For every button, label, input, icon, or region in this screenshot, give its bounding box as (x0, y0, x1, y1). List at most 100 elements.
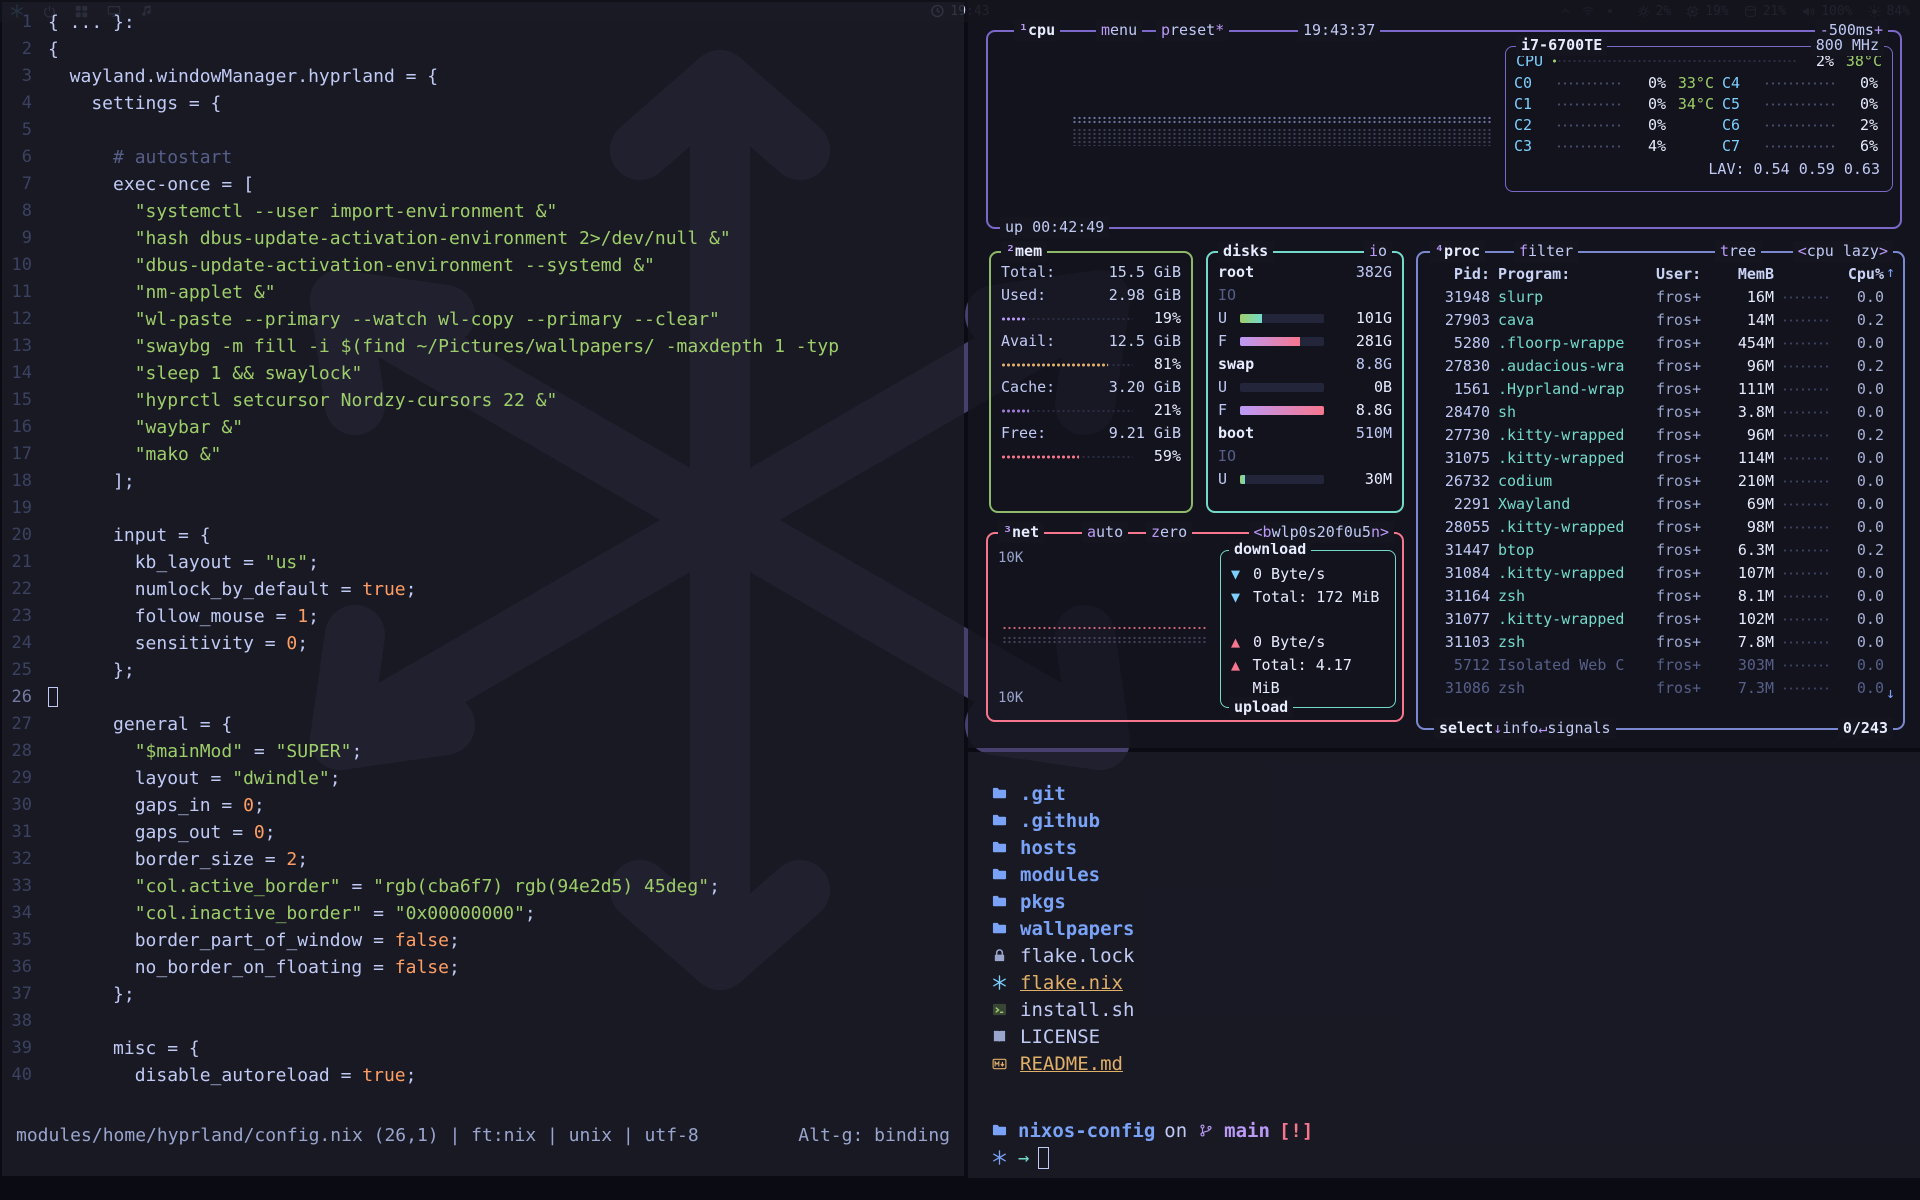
code-line[interactable]: 28 "$mainMod" = "SUPER"; (2, 738, 964, 765)
code-line[interactable]: 4 settings = { (2, 90, 964, 117)
code-line[interactable]: 6 # autostart (2, 144, 964, 171)
code-line[interactable]: 21 kb_layout = "us"; (2, 549, 964, 576)
proc-tab[interactable]: ⁴proc (1430, 241, 1485, 262)
shell-input[interactable]: → (990, 1144, 1920, 1171)
process-row[interactable]: 5280.floorp-wrappefros+454M0.0 (1418, 332, 1903, 355)
process-row[interactable]: 27730.kitty-wrappedfros+96M0.2 (1418, 424, 1903, 447)
terminal-icon (990, 1002, 1009, 1017)
process-row[interactable]: 31447btopfros+6.3M0.2 (1418, 539, 1903, 562)
cpu-graph (1072, 116, 1492, 125)
process-row[interactable]: 1561.Hyprland-wrapfros+111M0.0 (1418, 378, 1903, 401)
code-line[interactable]: 31 gaps_out = 0; (2, 819, 964, 846)
code-text: wayland.windowManager.hyprland = { (48, 63, 964, 90)
net-rows: ▼0 Byte/s▼Total: 172 MiB▲0 Byte/s▲Total:… (1221, 551, 1395, 677)
code-line[interactable]: 2{ (2, 36, 964, 63)
code-line[interactable]: 18 ]; (2, 468, 964, 495)
disk-stat-row: U101G (1218, 307, 1392, 330)
code-line[interactable]: 30 gaps_in = 0; (2, 792, 964, 819)
proc-tree[interactable]: tree (1715, 241, 1761, 262)
code-line[interactable]: 24 sensitivity = 0; (2, 630, 964, 657)
code-line[interactable]: 10 "dbus-update-activation-environment -… (2, 252, 964, 279)
code-line[interactable]: 19 (2, 495, 964, 522)
process-row[interactable]: 2291Xwaylandfros+69M0.0 (1418, 493, 1903, 516)
code-line[interactable]: 16 "waybar &" (2, 414, 964, 441)
process-row[interactable]: 5712Isolated Web Cfros+303M0.0 (1418, 654, 1903, 677)
code-line[interactable]: 13 "swaybg -m fill -i $(find ~/Pictures/… (2, 333, 964, 360)
cpu-tab[interactable]: ¹cpu (1014, 20, 1060, 41)
btop-window[interactable]: ¹cpu menu preset * 19:43:37 - 500ms + up… (968, 0, 1920, 748)
process-row[interactable]: 28055.kitty-wrappedfros+98M0.0 (1418, 516, 1903, 539)
code-line[interactable]: 25 }; (2, 657, 964, 684)
disk-stat-row: IO (1218, 284, 1392, 307)
code-line[interactable]: 12 "wl-paste --primary --watch wl-copy -… (2, 306, 964, 333)
code-line[interactable]: 29 layout = "dwindle"; (2, 765, 964, 792)
code-line[interactable]: 27 general = { (2, 711, 964, 738)
editor-window[interactable]: 1{ ... }:2{3 wayland.windowManager.hyprl… (2, 2, 964, 1176)
process-row[interactable]: 31084.kitty-wrappedfros+107M0.0 (1418, 562, 1903, 585)
process-row[interactable]: 31077.kitty-wrappedfros+102M0.0 (1418, 608, 1903, 631)
net-row: ▲Total: 4.17 MiB (1231, 654, 1385, 677)
net-tab[interactable]: ³net (998, 522, 1044, 543)
folder-icon (990, 840, 1009, 855)
mem-meter-row: 81% (1001, 353, 1181, 376)
process-row[interactable]: 31103zshfros+7.8M0.0 (1418, 631, 1903, 654)
line-number: 36 (2, 954, 48, 981)
nix-shell-icon (990, 1150, 1009, 1165)
code-line[interactable]: 14 "sleep 1 && swaylock" (2, 360, 964, 387)
disk-rows: root382GIOU101GF281Gswap8.8GU0BF8.8Gboot… (1208, 253, 1402, 491)
code-line[interactable]: 38 (2, 1008, 964, 1035)
process-row[interactable]: 31164zshfros+8.1M0.0 (1418, 585, 1903, 608)
code-line[interactable]: 36 no_border_on_floating = false; (2, 954, 964, 981)
code-line[interactable]: 35 border_part_of_window = false; (2, 927, 964, 954)
net-iface[interactable]: <b wlp0s20f0u5 n> (1249, 522, 1394, 543)
code-line[interactable]: 1{ ... }: (2, 9, 964, 36)
process-row[interactable]: 26732codiumfros+210M0.0 (1418, 470, 1903, 493)
net-zero[interactable]: zero (1146, 522, 1192, 543)
code-line[interactable]: 8 "systemctl --user import-environment &… (2, 198, 964, 225)
process-row[interactable]: 31075.kitty-wrappedfros+114M0.0 (1418, 447, 1903, 470)
cpu-cores: C00%33°CC40%C10%34°CC50%C20%C62%C34%C76% (1506, 71, 1892, 159)
process-row[interactable]: 31948slurpfros+16M0.0 (1418, 286, 1903, 309)
scroll-down-icon[interactable]: ↓ (1886, 684, 1895, 702)
process-row[interactable]: 27830.audacious-wrafros+96M0.2 (1418, 355, 1903, 378)
terminal-window[interactable]: .git.githubhostsmodulespkgswallpapersfla… (968, 752, 1920, 1178)
code-line[interactable]: 5 (2, 117, 964, 144)
process-row[interactable]: 31086zshfros+7.3M0.0 (1418, 677, 1903, 700)
net-auto[interactable]: auto (1082, 522, 1128, 543)
code-line[interactable]: 37 }; (2, 981, 964, 1008)
code-line[interactable]: 15 "hyprctl setcursor Nordzy-cursors 22 … (2, 387, 964, 414)
mem-tab[interactable]: ²mem (1001, 241, 1047, 262)
cpu-menu[interactable]: menu (1096, 20, 1142, 41)
proc-footer-left[interactable]: select ↓ info ↵ signals (1434, 718, 1616, 739)
code-line[interactable]: 40 disable_autoreload = true; (2, 1062, 964, 1089)
line-number: 18 (2, 468, 48, 495)
code-line[interactable]: 34 "col.inactive_border" = "0x00000000"; (2, 900, 964, 927)
disks-tab[interactable]: disks (1218, 241, 1273, 262)
code-line[interactable]: 20 input = { (2, 522, 964, 549)
code-line[interactable]: 17 "mako &" (2, 441, 964, 468)
cpu-preset[interactable]: preset * (1156, 20, 1229, 41)
code-line[interactable]: 22 numlock_by_default = true; (2, 576, 964, 603)
code-text (48, 684, 964, 711)
code-line[interactable]: 33 "col.active_border" = "rgb(cba6f7) rg… (2, 873, 964, 900)
code-text: # autostart (48, 144, 964, 171)
code-line[interactable]: 26 (2, 684, 964, 711)
file-item: pkgs (990, 888, 1920, 915)
code-line[interactable]: 7 exec-once = [ (2, 171, 964, 198)
code-text: input = { (48, 522, 964, 549)
line-number: 6 (2, 144, 48, 171)
scroll-up-icon[interactable]: ↑ (1886, 263, 1895, 281)
code-line[interactable]: 39 misc = { (2, 1035, 964, 1062)
code-line[interactable]: 32 border_size = 2; (2, 846, 964, 873)
proc-sort[interactable]: < cpu lazy > (1793, 241, 1893, 262)
disk-name-row: root382G (1218, 261, 1392, 284)
code-line[interactable]: 3 wayland.windowManager.hyprland = { (2, 63, 964, 90)
code-line[interactable]: 11 "nm-applet &" (2, 279, 964, 306)
process-row[interactable]: 27903cavafros+14M0.2 (1418, 309, 1903, 332)
code-text: numlock_by_default = true; (48, 576, 964, 603)
code-line[interactable]: 23 follow_mouse = 1; (2, 603, 964, 630)
process-row[interactable]: 28470shfros+3.8M0.0 (1418, 401, 1903, 424)
disks-io[interactable]: io (1364, 241, 1392, 262)
proc-filter[interactable]: filter (1514, 241, 1578, 262)
code-line[interactable]: 9 "hash dbus-update-activation-environme… (2, 225, 964, 252)
